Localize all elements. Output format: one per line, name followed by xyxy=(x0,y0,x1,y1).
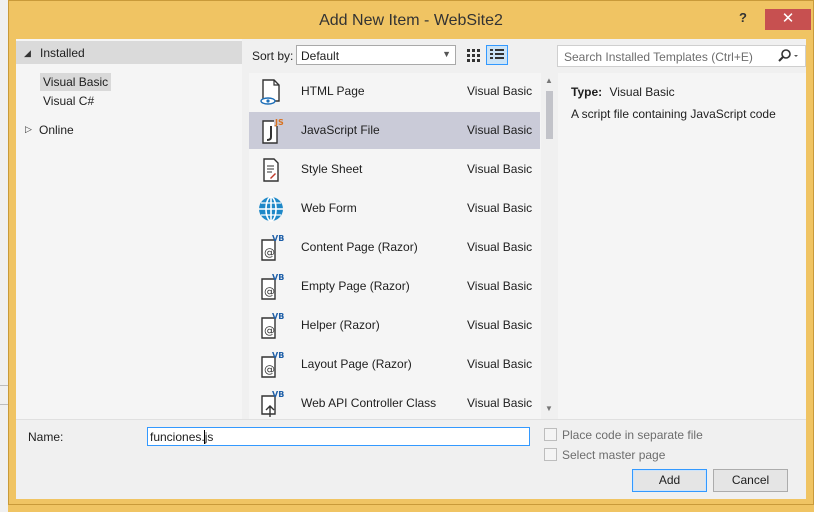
template-row-content-page-razor[interactable]: @ VB Content Page (Razor) Visual Basic xyxy=(249,229,540,266)
template-language: Visual Basic xyxy=(467,84,533,98)
template-language: Visual Basic xyxy=(467,162,533,176)
text-caret xyxy=(204,430,205,444)
razor-vb-icon: @ VB xyxy=(257,312,285,340)
svg-text:JS: JS xyxy=(274,118,284,127)
item-name-input[interactable]: funciones.js xyxy=(147,427,530,446)
template-description: A script file containing JavaScript code xyxy=(571,107,776,121)
background-divider xyxy=(0,385,8,386)
svg-text:@: @ xyxy=(264,363,275,376)
webapi-vb-icon: VB xyxy=(257,390,285,418)
template-language: Visual Basic xyxy=(467,396,533,410)
html-page-icon xyxy=(257,78,285,106)
tree-node-online[interactable]: Online xyxy=(36,121,77,139)
collapsed-triangle-icon[interactable]: ▷ xyxy=(25,124,32,135)
scroll-down-arrow-icon[interactable]: ▼ xyxy=(545,404,553,413)
footer-divider xyxy=(16,419,806,420)
razor-vb-icon: @ VB xyxy=(257,351,285,379)
close-button[interactable]: ✕ xyxy=(765,9,811,30)
svg-text:VB: VB xyxy=(272,273,284,282)
template-name: Content Page (Razor) xyxy=(301,240,418,254)
place-code-label: Place code in separate file xyxy=(562,428,703,442)
template-language: Visual Basic xyxy=(467,357,533,371)
type-label: Type: xyxy=(571,85,603,99)
template-language: Visual Basic xyxy=(467,123,533,137)
title-bar: Add New Item - WebSite2 ? ✕ xyxy=(9,1,813,39)
chevron-down-icon: ▼ xyxy=(442,49,451,59)
svg-text:VB: VB xyxy=(272,234,284,243)
svg-text:@: @ xyxy=(264,285,275,298)
template-type: Type: Visual Basic xyxy=(571,85,675,99)
search-placeholder: Search Installed Templates (Ctrl+E) xyxy=(564,50,753,64)
template-name: Web Form xyxy=(301,201,357,215)
list-view-toggle-icon[interactable] xyxy=(486,45,508,65)
template-row-html-page[interactable]: HTML Page Visual Basic xyxy=(249,73,540,110)
dialog-footer: Name: funciones.js Place code in separat… xyxy=(16,419,806,499)
tree-item-visual-basic[interactable]: Visual Basic xyxy=(40,73,112,91)
tree-node-installed-label: Installed xyxy=(40,46,85,60)
template-row-javascript-file[interactable]: JS JavaScript File Visual Basic xyxy=(249,112,540,149)
template-name: Helper (Razor) xyxy=(301,318,380,332)
scroll-up-arrow-icon[interactable]: ▲ xyxy=(545,76,553,85)
search-templates-input[interactable]: Search Installed Templates (Ctrl+E) xyxy=(557,45,806,67)
grid-view-toggle-icon[interactable] xyxy=(463,45,483,65)
razor-vb-icon: @ VB xyxy=(257,234,285,262)
place-code-checkbox[interactable] xyxy=(544,428,557,441)
template-language: Visual Basic xyxy=(467,201,533,215)
template-details-pane: Type: Visual Basic A script file contain… xyxy=(558,73,806,419)
background-divider xyxy=(0,404,8,405)
template-row-web-form[interactable]: Web Form Visual Basic xyxy=(249,190,540,227)
template-name: Empty Page (Razor) xyxy=(301,279,410,293)
template-list: HTML Page Visual Basic JS JavaScript Fil… xyxy=(249,73,558,419)
razor-vb-icon: @ VB xyxy=(257,273,285,301)
template-row-helper-razor[interactable]: @ VB Helper (Razor) Visual Basic xyxy=(249,307,540,344)
sort-by-label: Sort by: xyxy=(252,49,294,63)
tree-node-installed[interactable]: ◢ Installed xyxy=(16,41,242,64)
template-name: HTML Page xyxy=(301,84,365,98)
svg-text:@: @ xyxy=(264,324,275,337)
template-language: Visual Basic xyxy=(467,279,533,293)
dialog-title: Add New Item - WebSite2 xyxy=(319,12,503,29)
svg-text:VB: VB xyxy=(272,351,284,360)
template-category-tree: ◢ Installed Visual Basic Visual C# ▷ Onl… xyxy=(16,39,242,419)
select-master-page-checkbox[interactable] xyxy=(544,448,557,461)
svg-text:@: @ xyxy=(264,246,275,259)
template-language: Visual Basic xyxy=(467,318,533,332)
template-name: Style Sheet xyxy=(301,162,363,176)
scrollbar-thumb[interactable] xyxy=(546,91,553,139)
template-name: JavaScript File xyxy=(301,123,380,137)
template-row-layout-page-razor[interactable]: @ VB Layout Page (Razor) Visual Basic xyxy=(249,346,540,383)
help-button[interactable]: ? xyxy=(733,10,753,28)
type-value: Visual Basic xyxy=(609,85,675,99)
template-row-style-sheet[interactable]: Style Sheet Visual Basic xyxy=(249,151,540,188)
add-button[interactable]: Add xyxy=(632,469,707,492)
template-name: Web API Controller Class xyxy=(301,396,437,410)
web-form-globe-icon xyxy=(257,195,285,223)
svg-text:VB: VB xyxy=(272,390,284,399)
template-language: Visual Basic xyxy=(467,240,533,254)
svg-text:VB: VB xyxy=(272,312,284,321)
name-label: Name: xyxy=(28,430,64,444)
template-row-web-api-controller[interactable]: VB Web API Controller Class Visual Basic xyxy=(249,385,540,419)
sort-by-dropdown[interactable]: Default ▼ xyxy=(296,45,456,65)
select-master-page-label: Select master page xyxy=(562,448,666,462)
template-name: Layout Page (Razor) xyxy=(301,357,412,371)
template-list-scrollbar[interactable]: ▲ ▼ xyxy=(541,73,558,419)
dialog-client-area: ◢ Installed Visual Basic Visual C# ▷ Onl… xyxy=(16,39,806,499)
cancel-button[interactable]: Cancel xyxy=(713,469,788,492)
expanded-triangle-icon[interactable]: ◢ xyxy=(24,48,31,59)
background-window-edge xyxy=(0,0,8,512)
search-icon[interactable] xyxy=(775,48,801,64)
template-row-empty-page-razor[interactable]: @ VB Empty Page (Razor) Visual Basic xyxy=(249,268,540,305)
javascript-file-icon: JS xyxy=(257,117,285,145)
style-sheet-icon xyxy=(257,156,285,184)
add-new-item-dialog: Add New Item - WebSite2 ? ✕ ◢ Installed … xyxy=(8,0,814,505)
tree-item-visual-csharp[interactable]: Visual C# xyxy=(40,92,97,110)
sort-by-value: Default xyxy=(301,49,340,63)
